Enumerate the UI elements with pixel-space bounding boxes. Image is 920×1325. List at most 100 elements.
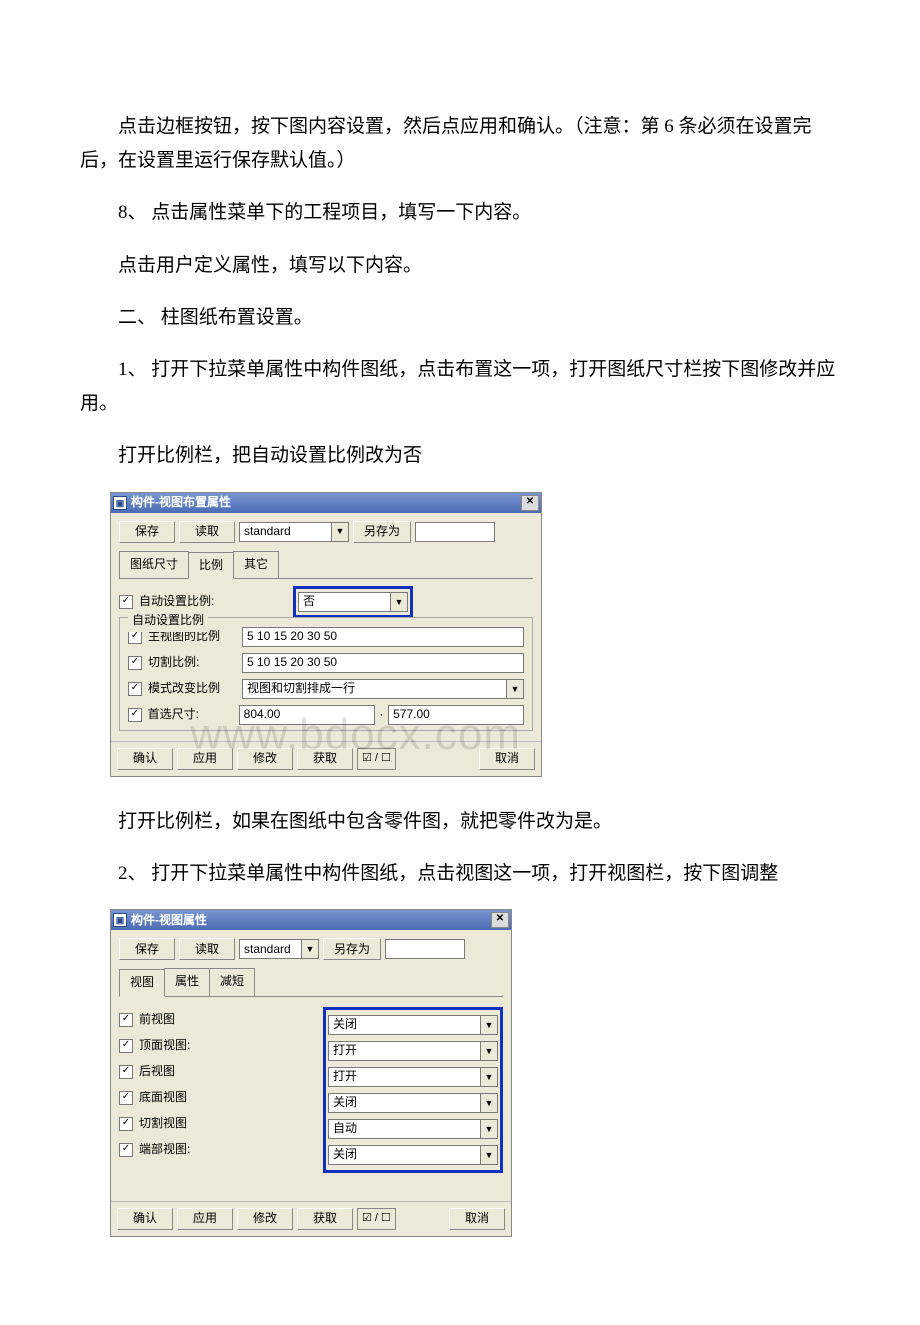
view-combo[interactable]: 自动▼: [328, 1119, 498, 1139]
tab-bar: 视图 属性 减短: [119, 968, 503, 997]
toggle-check-all[interactable]: ☑ / ☐: [357, 748, 396, 770]
cut-scale-input[interactable]: 5 10 15 20 30 50: [242, 653, 524, 673]
paragraph: 二、 柱图纸布置设置。: [80, 301, 840, 335]
titlebar[interactable]: ▣ 构件-视图属性 ✕: [111, 910, 511, 930]
chevron-down-icon[interactable]: ▼: [480, 1120, 497, 1138]
mode-scale-combo[interactable]: 视图和切割排成一行 ▼: [242, 679, 524, 699]
ok-button[interactable]: 确认: [117, 1208, 173, 1230]
apply-button[interactable]: 应用: [177, 1208, 233, 1230]
apply-button[interactable]: 应用: [177, 748, 233, 770]
tab-attr[interactable]: 属性: [164, 968, 210, 996]
chevron-down-icon[interactable]: ▼: [480, 1094, 497, 1112]
view-combo-value: 关闭: [329, 1146, 480, 1164]
tab-other[interactable]: 其它: [233, 551, 279, 579]
paragraph: 1、 打开下拉菜单属性中构件图纸，点击布置这一项，打开图纸尺寸栏按下图修改并应用…: [80, 353, 840, 421]
pref-size-h-input[interactable]: 577.00: [388, 705, 524, 725]
preset-value: standard: [240, 940, 301, 958]
view-combo[interactable]: 打开▼: [328, 1041, 498, 1061]
paragraph: 打开比例栏，如果在图纸中包含零件图，就把零件改为是。: [80, 805, 840, 839]
dialog-footer: 确认 应用 修改 获取 ☑ / ☐ 取消: [111, 1201, 511, 1236]
preset-combo[interactable]: standard ▼: [239, 522, 349, 542]
checkbox[interactable]: ✓: [119, 595, 133, 609]
checkbox[interactable]: ✓: [128, 656, 142, 670]
cut-scale-label: 切割比例:: [148, 652, 242, 674]
dialog-title: 构件-视图属性: [131, 910, 491, 932]
view-combo[interactable]: 打开▼: [328, 1067, 498, 1087]
tab-scale[interactable]: 比例: [188, 552, 234, 580]
modify-button[interactable]: 修改: [237, 1208, 293, 1230]
paragraph: 2、 打开下拉菜单属性中构件图纸，点击视图这一项，打开视图栏，按下图调整: [80, 857, 840, 891]
view-row-label: 顶面视图:: [139, 1035, 190, 1057]
close-icon[interactable]: ✕: [491, 912, 509, 928]
checkbox[interactable]: ✓: [128, 630, 142, 644]
save-button[interactable]: 保存: [119, 938, 175, 960]
pref-size-w-input[interactable]: 804.00: [239, 705, 375, 725]
size-sep: ·: [375, 704, 389, 726]
chevron-down-icon[interactable]: ▼: [480, 1146, 497, 1164]
checkbox[interactable]: ✓: [119, 1091, 133, 1105]
auto-scale-combo[interactable]: 否 ▼: [298, 592, 408, 612]
view-row-label: 后视图: [139, 1061, 175, 1083]
ok-button[interactable]: 确认: [117, 748, 173, 770]
view-row-label: 切割视图: [139, 1113, 187, 1135]
auto-scale-value: 否: [299, 593, 390, 611]
checkbox[interactable]: ✓: [128, 708, 142, 722]
save-as-button[interactable]: 另存为: [353, 521, 411, 543]
chevron-down-icon[interactable]: ▼: [480, 1016, 497, 1034]
save-as-name-input[interactable]: [415, 522, 495, 542]
paragraph: 点击用户定义属性，填写以下内容。: [80, 249, 840, 283]
view-combo[interactable]: 关闭▼: [328, 1145, 498, 1165]
auto-scale-group: 自动设置比例 ✓ 主视图的比例 5 10 15 20 30 50 ✓ 切割比例:…: [119, 617, 533, 731]
checkbox[interactable]: ✓: [119, 1039, 133, 1053]
view-combo-value: 打开: [329, 1068, 480, 1086]
chevron-down-icon[interactable]: ▼: [480, 1068, 497, 1086]
save-as-name-input[interactable]: [385, 939, 465, 959]
save-as-button[interactable]: 另存为: [323, 938, 381, 960]
view-combo-value: 打开: [329, 1042, 480, 1060]
close-icon[interactable]: ✕: [521, 495, 539, 511]
get-button[interactable]: 获取: [297, 748, 353, 770]
preset-combo[interactable]: standard ▼: [239, 939, 319, 959]
cancel-button[interactable]: 取消: [449, 1208, 505, 1230]
chevron-down-icon[interactable]: ▼: [331, 523, 348, 541]
view-combo-value: 关闭: [329, 1016, 480, 1034]
app-icon: ▣: [113, 496, 127, 510]
mode-scale-value: 视图和切割排成一行: [243, 680, 506, 698]
modify-button[interactable]: 修改: [237, 748, 293, 770]
dialog-title: 构件-视图布置属性: [131, 492, 521, 514]
document-page: 点击边框按钮，按下图内容设置，然后点应用和确认。（注意：第 6 条必须在设置完后…: [0, 0, 920, 1325]
view-combo[interactable]: 关闭▼: [328, 1015, 498, 1035]
load-button[interactable]: 读取: [179, 938, 235, 960]
checkbox[interactable]: ✓: [119, 1065, 133, 1079]
view-combo[interactable]: 关闭▼: [328, 1093, 498, 1113]
dialog-footer: 确认 应用 修改 获取 ☑ / ☐ 取消: [111, 741, 541, 776]
checkbox[interactable]: ✓: [119, 1117, 133, 1131]
tab-shorten[interactable]: 减短: [209, 968, 255, 996]
chevron-down-icon[interactable]: ▼: [390, 593, 407, 611]
tab-view[interactable]: 视图: [119, 969, 165, 997]
titlebar[interactable]: ▣ 构件-视图布置属性 ✕: [111, 493, 541, 513]
layout-properties-dialog: ▣ 构件-视图布置属性 ✕ 保存 读取 standard ▼ 另存为 图纸尺寸 …: [110, 492, 542, 778]
save-button[interactable]: 保存: [119, 521, 175, 543]
get-button[interactable]: 获取: [297, 1208, 353, 1230]
checkbox[interactable]: ✓: [119, 1013, 133, 1027]
group-legend: 自动设置比例: [128, 610, 208, 632]
paragraph: 点击边框按钮，按下图内容设置，然后点应用和确认。（注意：第 6 条必须在设置完后…: [80, 110, 840, 178]
checkbox[interactable]: ✓: [119, 1143, 133, 1157]
tab-drawing-size[interactable]: 图纸尺寸: [119, 551, 189, 579]
cancel-button[interactable]: 取消: [479, 748, 535, 770]
load-button[interactable]: 读取: [179, 521, 235, 543]
highlight: 关闭▼ 打开▼ 打开▼ 关闭▼ 自动▼ 关闭▼: [323, 1007, 503, 1173]
chevron-down-icon[interactable]: ▼: [301, 940, 318, 958]
highlight: 否 ▼: [293, 586, 413, 618]
view-row-label: 底面视图: [139, 1087, 187, 1109]
chevron-down-icon[interactable]: ▼: [506, 680, 523, 698]
view-row-label: 端部视图:: [139, 1139, 190, 1161]
chevron-down-icon[interactable]: ▼: [480, 1042, 497, 1060]
paragraph: 打开比例栏，把自动设置比例改为否: [80, 439, 840, 473]
toggle-check-all[interactable]: ☑ / ☐: [357, 1208, 396, 1230]
main-scale-input[interactable]: 5 10 15 20 30 50: [242, 627, 524, 647]
mode-scale-label: 模式改变比例: [148, 678, 242, 700]
checkbox[interactable]: ✓: [128, 682, 142, 696]
view-row-label: 前视图: [139, 1009, 175, 1031]
